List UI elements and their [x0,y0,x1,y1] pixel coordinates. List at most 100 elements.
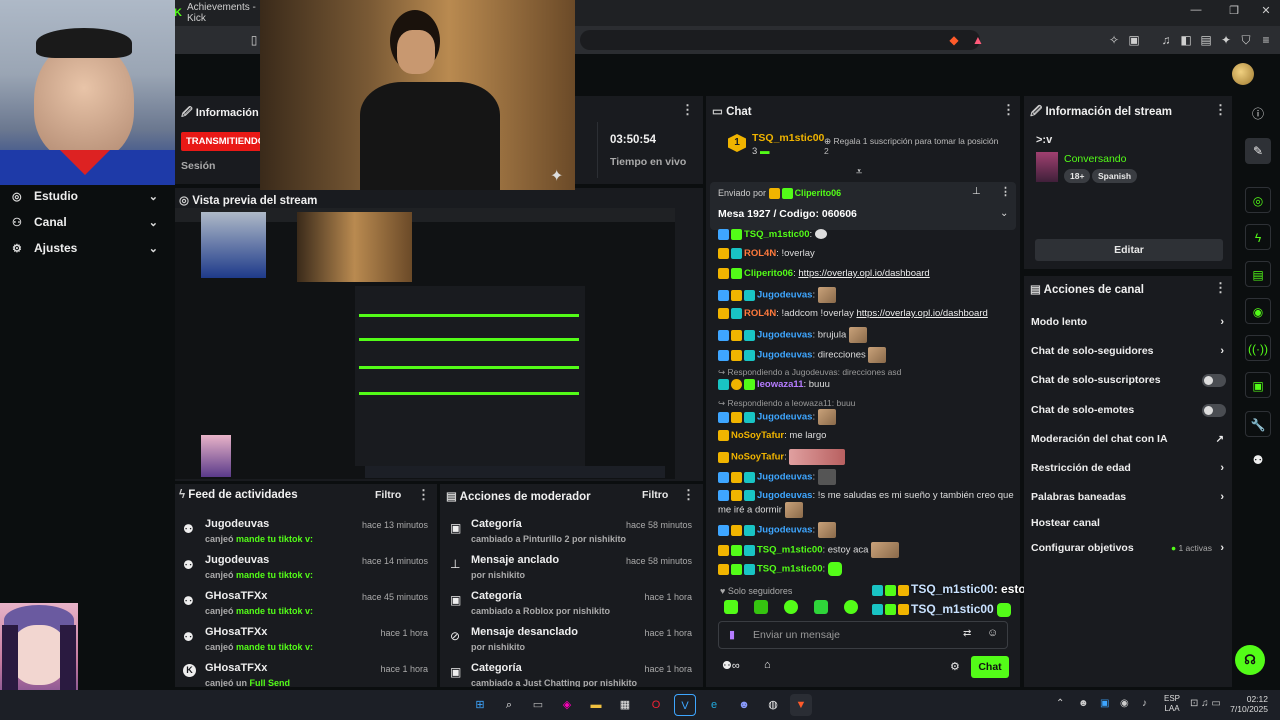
preview-webcam-3 [201,435,231,477]
nav-label: Estudio [34,189,78,203]
live-time-label: Tiempo en vivo [610,156,687,168]
wrench-icon[interactable]: 🔧 [1245,411,1271,437]
address-bar[interactable] [580,30,980,50]
chat-send-button[interactable]: Chat [971,656,1009,678]
info-icon[interactable]: ⓘ [1245,101,1271,127]
windows-start-icon[interactable]: ⊞ [469,694,491,716]
chat-settings-icon[interactable]: ⚙ [950,660,960,673]
browser-tab[interactable]: K Achievements - Kick [170,2,270,24]
media-icon[interactable]: ♫ [1158,32,1174,48]
slow-mode-action[interactable]: Modo lento › [1031,312,1226,332]
nav-item-studio[interactable]: ◎ Estudio ⌄ [12,186,162,206]
clock[interactable]: 02:12 7/10/2025 [1228,694,1268,714]
translate-icon[interactable]: ⇄ [963,628,971,639]
external-link-icon: ↗ [1215,433,1224,445]
user-avatar[interactable] [1232,63,1254,85]
menu-icon[interactable]: ≡ [1258,32,1274,48]
category-name[interactable]: Conversando [1064,153,1126,165]
mod-queue-icon[interactable]: ▣ [1245,372,1271,398]
discord-icon[interactable]: ☻ [733,694,755,716]
minimize-button[interactable]: — [1186,4,1206,22]
pin-icon[interactable]: ⊥ [972,186,981,197]
stream-preview-video[interactable] [175,208,675,479]
mod-filter-button[interactable]: Filtro [642,489,668,501]
file-explorer-icon[interactable]: ▬ [585,694,607,716]
subscribers-only-toggle[interactable] [1202,374,1226,387]
subscribers-only-action[interactable]: Chat de solo-suscriptores [1031,370,1226,390]
vpn-shield-icon[interactable]: ⛉ [1238,32,1254,48]
more-options-icon[interactable]: ⋮ [1000,185,1011,198]
store-app-icon[interactable]: ▦ [614,694,636,716]
points-icon[interactable]: ⚉∞ [722,659,740,672]
tray-overflow-icon[interactable]: ⌃ [1056,698,1064,709]
mod-action-item: ⊘ Mensaje desanclado por nishikito hace … [450,626,692,652]
close-window-button[interactable]: ✕ [1256,4,1276,22]
collapse-leaderboard-icon[interactable]: ⩡ [856,166,862,179]
chat-bubble-icon[interactable]: ◉ [1245,298,1271,324]
top-gifter-name[interactable]: TSQ_m1stic00 [752,132,824,144]
emoji-icon[interactable]: ☺ [987,627,998,639]
wallet-icon[interactable]: ▤ [1198,32,1214,48]
banned-words-action[interactable]: Palabras baneadas › [1031,487,1226,507]
tray-steam-icon[interactable]: ◉ [1120,698,1129,709]
lightning-icon[interactable]: ϟ [1245,224,1271,250]
emotes-only-action[interactable]: Chat de solo-emotes [1031,400,1226,420]
language-indicator[interactable]: ESP LAA [1164,694,1180,714]
feed-item: ⚉ GHosaTFXx canjeó mande tu tiktok v: ha… [183,590,428,616]
goals-action[interactable]: Configurar objetivos ● 1 activas › [1031,538,1226,558]
store-icon[interactable]: ⌂ [764,659,771,671]
more-options-icon[interactable]: ⋮ [681,102,694,118]
tab-groups-icon[interactable]: ▣ [1126,32,1142,48]
leo-ai-icon[interactable]: ✦ [1218,32,1234,48]
ai-moderation-action[interactable]: Moderación del chat con IA ↗ [1031,429,1226,449]
taskbar-search-icon[interactable]: ⌕ [498,694,520,716]
preview-progress-bar [359,366,579,369]
brave-icon[interactable]: ▼ [790,694,812,716]
emotes-only-toggle[interactable] [1202,404,1226,417]
edge-icon[interactable]: e [703,694,725,716]
redeem-icon: ⚉ [183,594,194,608]
tray-mic-icon[interactable]: ♪ [1142,698,1147,709]
feed-filter-button[interactable]: Filtro [375,489,401,501]
nav-item-settings[interactable]: ⚙ Ajustes ⌄ [12,238,162,258]
tray-discord-icon[interactable]: ☻ [1078,698,1089,709]
document-icon[interactable]: ▤ [1245,261,1271,287]
connections-icon[interactable]: ⚉ [1245,447,1271,473]
preview-progress-bar [359,338,579,341]
chevron-down-icon[interactable]: ⌄ [1000,208,1008,219]
support-headset-icon[interactable]: ☊ [1235,645,1265,675]
followers-only-action[interactable]: Chat de solo-seguidores › [1031,341,1226,361]
host-channel-action[interactable]: Hostear canal [1031,513,1226,533]
chat-input[interactable]: ▮ Enviar un mensaje ⇄ ☺ [718,621,1008,649]
preview-progress-bar [359,392,579,395]
tray-app-icon[interactable]: ▣ [1100,698,1109,709]
channel-icon: ⚇ [12,216,22,229]
brave-shield-icon[interactable]: ◆ [946,32,962,48]
more-options-icon[interactable]: ⋮ [1214,280,1227,296]
obs-icon[interactable]: ◍ [762,694,784,716]
mod-action-item: ⊥ Mensaje anclado por nishikito hace 58 … [450,554,692,580]
more-options-icon[interactable]: ⋮ [682,487,695,503]
more-options-icon[interactable]: ⋮ [417,487,430,503]
visual-studio-icon[interactable]: V [674,694,696,716]
broadcast-icon[interactable]: ((·)) [1245,335,1271,361]
age-restriction-action[interactable]: Restricción de edad › [1031,458,1226,478]
chat-message: Jugodeuvas: [718,287,1018,303]
sidebar-icon[interactable]: ◧ [1178,32,1194,48]
studio-widget-icon[interactable]: ◎ [1245,187,1271,213]
more-options-icon[interactable]: ⋮ [1002,102,1015,118]
feed-item: ⚉ Jugodeuvas canjeó mande tu tiktok v: h… [183,554,428,580]
edit-pen-icon[interactable]: ✎ [1245,138,1271,164]
opera-icon[interactable]: O [645,694,667,716]
edit-button[interactable]: Editar [1035,239,1223,261]
task-view-icon[interactable]: ▭ [527,694,549,716]
network-volume-icon[interactable]: ⊡ ♫ ▭ [1190,698,1221,709]
extensions-icon[interactable]: ✧ [1106,32,1122,48]
maximize-button[interactable]: ❐ [1224,4,1244,22]
chat-message: NoSoyTafur: [718,449,1018,465]
chat-message: NoSoyTafur: me largo [718,429,1018,442]
nav-item-channel[interactable]: ⚇ Canal ⌄ [12,212,162,232]
copilot-icon[interactable]: ◈ [556,694,578,716]
brave-rewards-icon[interactable]: ▲ [970,32,986,48]
more-options-icon[interactable]: ⋮ [1214,102,1227,118]
